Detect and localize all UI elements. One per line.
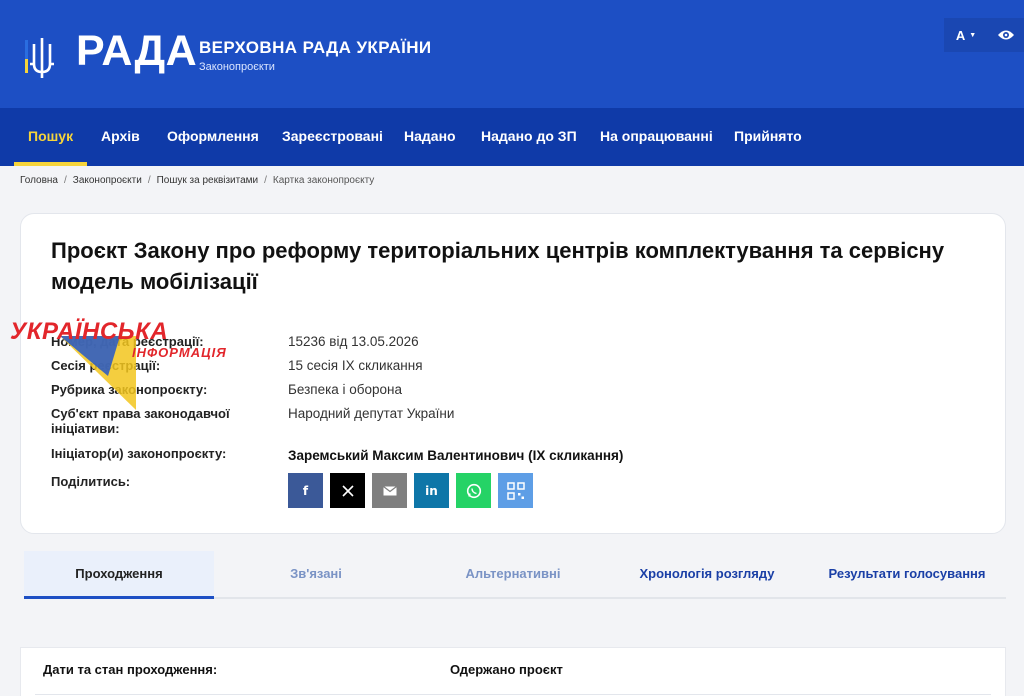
session-value: 15 сесія IX скликання [288, 358, 423, 373]
tab-bar: Проходження Зв'язані Альтернативні Хроно… [24, 551, 1006, 599]
tab-chronology[interactable]: Хронологія розгляду [632, 551, 782, 599]
registration-value: 15236 від 13.05.2026 [288, 334, 419, 349]
x-share-button[interactable] [330, 473, 365, 508]
email-share-button[interactable] [372, 473, 407, 508]
logo[interactable]: РАДА [22, 30, 197, 80]
share-label: Поділитись: [51, 474, 131, 489]
site-header: РАДА ВЕРХОВНА РАДА УКРАЇНИ Законопроєкти… [0, 0, 1024, 108]
email-icon [382, 485, 397, 495]
font-size-dropdown[interactable]: A ▼ [944, 18, 988, 52]
progress-panel: Дати та стан проходження: Одержано проєк… [20, 647, 1006, 696]
site-title[interactable]: ВЕРХОВНА РАДА УКРАЇНИ [199, 38, 432, 58]
qr-code-icon [506, 481, 525, 500]
nav-item-archive[interactable]: Архів [101, 108, 140, 166]
main-nav: Пошук Архів Оформлення Зареєстровані Над… [0, 108, 1024, 166]
rubric-value: Безпека і оборона [288, 382, 403, 397]
share-buttons: f in [288, 473, 533, 508]
visually-impaired-button[interactable] [988, 18, 1024, 52]
dates-status-header: Дати та стан проходження: [43, 662, 218, 677]
nav-item-submitted-zp[interactable]: Надано до ЗП [481, 108, 577, 166]
rubric-label: Рубрика законопроєкту: [51, 382, 208, 397]
chevron-down-icon: ▼ [969, 31, 977, 39]
breadcrumb-search[interactable]: Пошук за реквізитами [157, 175, 259, 186]
breadcrumb-current: Картка законопроєкту [272, 175, 375, 186]
qr-share-button[interactable] [498, 473, 533, 508]
breadcrumb-separator: / [147, 175, 151, 186]
font-size-label: A [955, 27, 966, 43]
tab-voting-results[interactable]: Результати голосування [824, 551, 990, 599]
nav-item-drafting[interactable]: Оформлення [167, 108, 259, 166]
tab-alternative[interactable]: Альтернативні [448, 551, 578, 599]
eye-icon [998, 30, 1014, 40]
logo-wordmark: РАДА [76, 27, 198, 75]
bill-card: Проєкт Закону про реформу територіальних… [20, 213, 1006, 534]
subject-label: Суб'єкт права законодавчої ініціативи: [51, 406, 230, 436]
bill-title: Проєкт Закону про реформу територіальних… [51, 238, 945, 294]
nav-item-in-processing[interactable]: На опрацюванні [600, 108, 713, 166]
facebook-share-button[interactable]: f [288, 473, 323, 508]
breadcrumb: Головна / Законопроєкти / Пошук за реквізита… [20, 175, 374, 186]
x-icon [341, 484, 354, 497]
stage-header: Одержано проєкт [450, 662, 563, 677]
initiator-label: Ініціатор(и) законопроєкту: [51, 446, 227, 461]
subject-value: Народний депутат України [288, 406, 455, 421]
nav-item-submitted[interactable]: Надано [404, 108, 456, 166]
nav-item-registered[interactable]: Зареєстровані [282, 108, 383, 166]
linkedin-icon: in [425, 483, 438, 498]
whatsapp-icon [466, 483, 481, 498]
facebook-icon: f [302, 483, 309, 498]
whatsapp-share-button[interactable] [456, 473, 491, 508]
accessibility-tools: A ▼ [944, 18, 1024, 52]
breadcrumb-bills[interactable]: Законопроєкти [73, 175, 142, 186]
session-label: Сесія реєстрації: [51, 358, 161, 373]
site-subtitle: Законопроєкти [199, 61, 275, 73]
initiator-value[interactable]: Заремський Максим Валентинович (IX склик… [288, 448, 623, 463]
breadcrumb-separator: / [64, 175, 67, 186]
trident-icon [25, 38, 54, 78]
linkedin-share-button[interactable]: in [414, 473, 449, 508]
nav-item-adopted[interactable]: Прийнято [734, 108, 802, 166]
divider [35, 694, 991, 695]
breadcrumb-separator: / [264, 175, 267, 186]
tab-progress[interactable]: Проходження [24, 551, 214, 599]
tab-related[interactable]: Зв'язані [256, 551, 376, 599]
nav-item-search[interactable]: Пошук [13, 108, 88, 166]
breadcrumb-home[interactable]: Головна [20, 175, 58, 186]
registration-label: Номер, дата реєстрації: [51, 334, 204, 349]
